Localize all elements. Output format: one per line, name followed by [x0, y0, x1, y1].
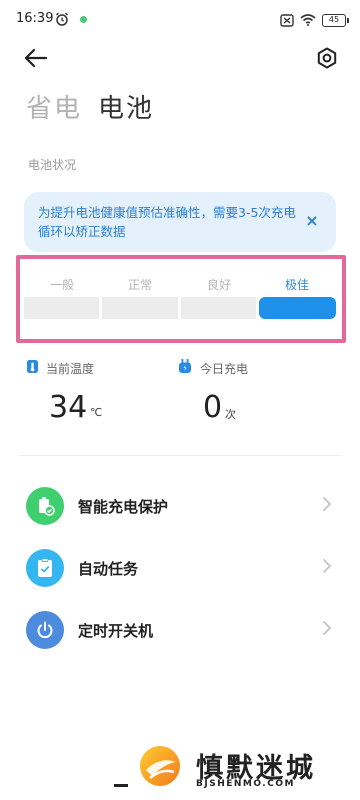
tab-battery[interactable]: 电池 [98, 88, 154, 125]
close-icon[interactable]: × [303, 212, 321, 230]
health-level-label: 良好 [206, 278, 231, 292]
back-arrow-icon[interactable] [22, 46, 50, 70]
charging-plug-icon [179, 359, 191, 373]
health-meter-segment-selected [259, 297, 336, 319]
menu-item-smart-charging[interactable]: 智能充电保护 [0, 478, 360, 536]
thermometer-icon [27, 360, 38, 373]
temperature-unit: ℃ [90, 406, 103, 419]
temperature-value: 34 [49, 390, 88, 425]
alarm-icon [56, 12, 68, 26]
watermark-subtitle: BJSHENMO.COM [196, 779, 295, 789]
health-meter-segment [24, 297, 99, 319]
watermark-dash [114, 784, 128, 787]
health-level-label-selected: 极佳 [284, 278, 309, 292]
battery-shield-icon [26, 487, 64, 525]
temperature-label: 当前温度 [46, 362, 95, 376]
health-level-label: 正常 [127, 278, 152, 292]
status-time: 16:39 [16, 11, 54, 26]
battery-indicator: 45 [322, 13, 349, 27]
power-icon [26, 611, 64, 649]
wifi-icon [300, 14, 316, 26]
chevron-right-icon [323, 621, 332, 635]
charges-today-value: 0 [203, 390, 223, 425]
health-meter-segment [181, 297, 256, 319]
status-bar: 16:39 45 [0, 0, 360, 40]
battery-status-label: 电池状况 [28, 158, 77, 172]
menu-item-auto-tasks[interactable]: 自动任务 [0, 540, 360, 598]
chevron-right-icon [323, 497, 332, 511]
charges-today-label: 今日充电 [200, 362, 249, 376]
settings-gear-icon[interactable] [316, 47, 338, 69]
chevron-right-icon [323, 559, 332, 573]
charges-today-unit: 次 [225, 408, 236, 421]
notification-dot [80, 16, 87, 23]
menu-item-label: 自动任务 [78, 560, 139, 578]
menu-item-scheduled-power[interactable]: 定时开关机 [0, 602, 360, 660]
menu-item-label: 智能充电保护 [78, 498, 169, 516]
watermark-logo-icon [140, 746, 180, 786]
tab-power-saving[interactable]: 省电 [26, 88, 82, 125]
clipboard-check-icon [26, 549, 64, 587]
health-meter-segment [102, 297, 178, 319]
health-level-label: 一般 [49, 278, 74, 292]
divider [18, 455, 342, 456]
sim-off-icon [280, 13, 294, 27]
calibration-banner-text: 为提升电池健康值预估准确性，需要3-5次充电循环以矫正数据 [38, 205, 296, 239]
menu-item-label: 定时开关机 [78, 622, 154, 640]
